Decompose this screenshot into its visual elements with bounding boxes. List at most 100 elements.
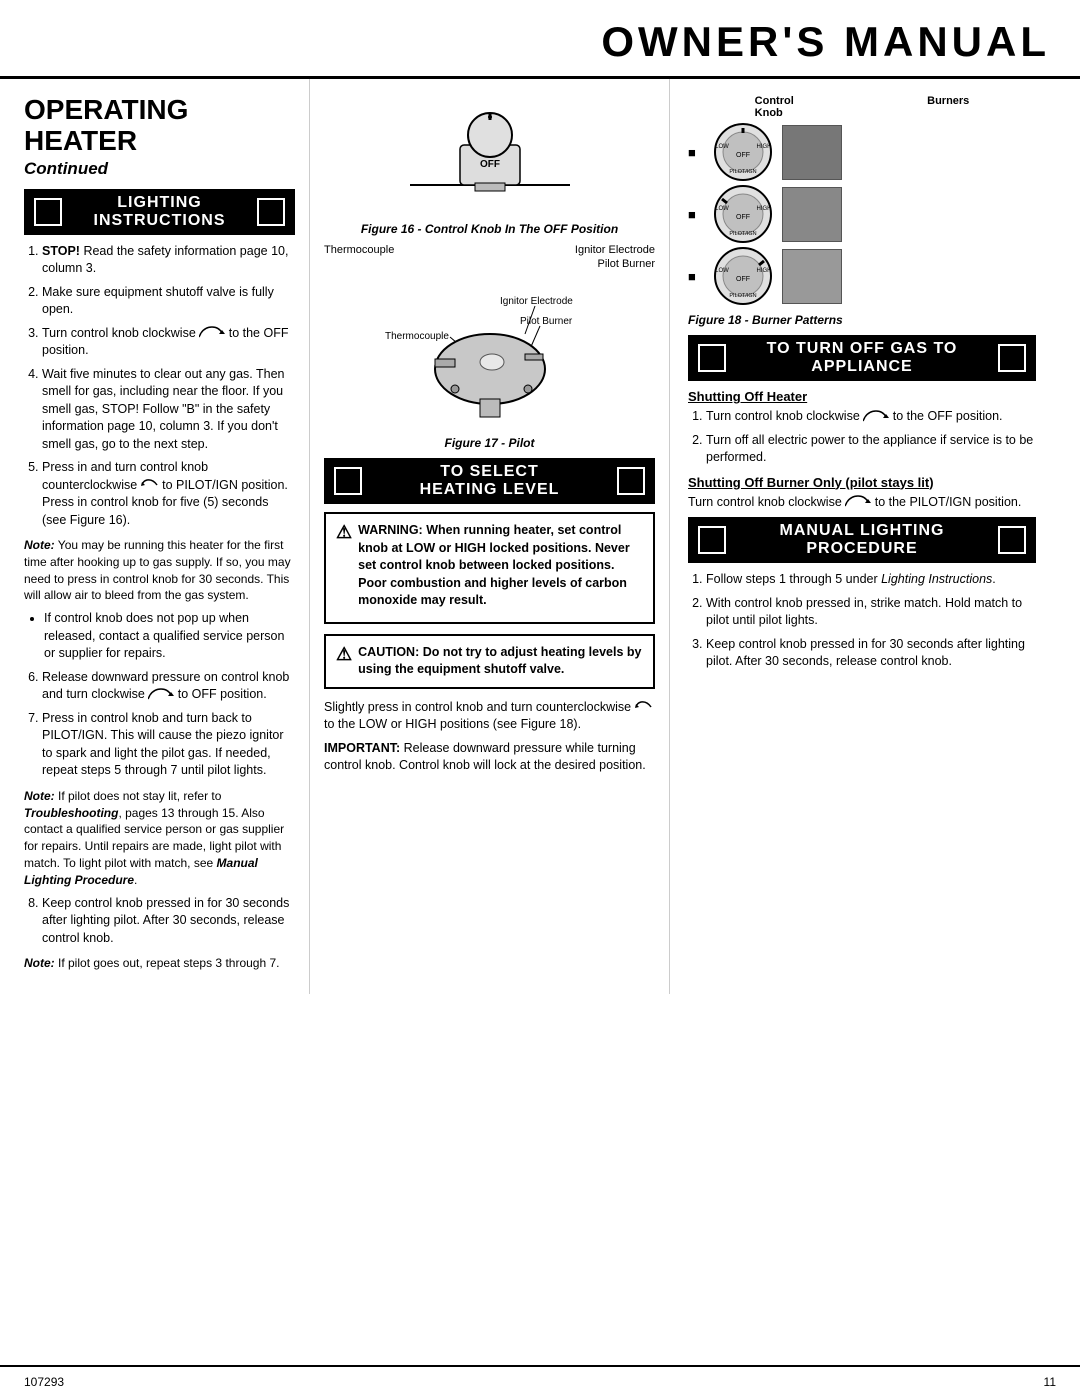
pilot-label-area: Thermocouple Ignitor Electrode Pilot Bur…: [324, 244, 655, 270]
warning-text: WARNING: When running heater, set contro…: [358, 522, 643, 610]
turn-off-gas-header: TO TURN OFF GAS TOAPPLIANCE: [688, 335, 1036, 381]
bullet-1: If control knob does not pop up when rel…: [44, 610, 295, 663]
shutoff-heater-instructions: Turn control knob clockwise to the OFF p…: [688, 408, 1036, 467]
important-text: IMPORTANT: Release downward pressure whi…: [324, 740, 655, 775]
section-title-operating: OPERATINGHEATER: [24, 95, 295, 157]
burner-pattern-2: [782, 187, 842, 242]
burners-label: Burners: [927, 95, 969, 119]
burner-patterns: ■ OFF LOW HIGH PILOT/IGN ■: [688, 123, 1036, 305]
pilot-burner-label: Pilot Burner: [598, 258, 655, 270]
page-header: OWNER'S MANUAL: [0, 0, 1080, 79]
counterclockwise-arrow-1: [141, 478, 159, 492]
burner-pattern-3: [782, 249, 842, 304]
manual-inst-3: Keep control knob pressed in for 30 seco…: [706, 636, 1036, 671]
caution-text: CAUTION: Do not try to adjust heating le…: [358, 644, 643, 679]
manual-lighting-header: MANUAL LIGHTINGPROCEDURE: [688, 517, 1036, 563]
svg-text:OFF: OFF: [480, 159, 500, 170]
figure-16-container: OFF Figure 16 - Control Knob In The OFF …: [324, 95, 655, 236]
burner-pattern-1: [782, 125, 842, 180]
svg-text:LOW: LOW: [715, 206, 729, 212]
knob-dial-2: OFF LOW HIGH PILOT/IGN: [712, 185, 774, 243]
caution-box: ⚠ CAUTION: Do not try to adjust heating …: [324, 634, 655, 689]
fig17-caption: Figure 17 - Pilot: [324, 436, 655, 450]
fig18-caption: Figure 18 - Burner Patterns: [688, 313, 1036, 327]
svg-text:HIGH: HIGH: [757, 268, 772, 274]
note-3: Note: If pilot goes out, repeat steps 3 …: [24, 955, 295, 972]
caution-icon: ⚠: [336, 644, 352, 665]
right-column: ControlKnob Burners ■ OFF LOW HIGH PILOT…: [670, 79, 1050, 994]
burner-off-body: Turn control knob clockwise to the PILOT…: [688, 494, 1036, 512]
manual-box-left: [698, 526, 726, 554]
svg-text:OFF: OFF: [736, 276, 750, 283]
lighting-instructions-list-2: Release downward pressure on control kno…: [24, 669, 295, 780]
bullet-indicator-1: ■: [688, 145, 704, 160]
svg-text:Thermocouple: Thermocouple: [385, 331, 449, 342]
turn-off-header-text: TO TURN OFF GAS TOAPPLIANCE: [734, 340, 990, 376]
burner-row-3: ■ OFF LOW HIGH PILOT/IGN: [688, 247, 1036, 305]
figure-17-svg: Thermocouple Ignitor Electrode Pilot Bur…: [380, 274, 600, 429]
svg-text:Pilot Burner: Pilot Burner: [520, 316, 573, 327]
svg-text:LOW: LOW: [715, 268, 729, 274]
instruction-3: Turn control knob clockwise to the OFF p…: [42, 325, 295, 360]
instruction-1: STOP! Read the safety information page 1…: [42, 243, 295, 278]
select-heating-header: TO SELECTHEATING LEVEL: [324, 458, 655, 504]
stop-label: STOP!: [42, 244, 80, 258]
turn-off-box-right: [998, 344, 1026, 372]
instruction-2: Make sure equipment shutoff valve is ful…: [42, 284, 295, 319]
knob-dial-1: OFF LOW HIGH PILOT/IGN: [712, 123, 774, 181]
note-2: Note: If pilot does not stay lit, refer …: [24, 788, 295, 889]
figure-16-svg: OFF: [390, 95, 590, 215]
svg-text:LOW: LOW: [715, 144, 729, 150]
instruction-4: Wait five minutes to clear out any gas. …: [42, 366, 295, 454]
body-text-1: Slightly press in control knob and turn …: [324, 699, 655, 734]
svg-text:HIGH: HIGH: [757, 206, 772, 212]
svg-text:OFF: OFF: [736, 214, 750, 221]
svg-text:PILOT/IGN: PILOT/IGN: [729, 293, 756, 299]
lighting-instructions-list: STOP! Read the safety information page 1…: [24, 243, 295, 530]
ignitor-label: Ignitor Electrode: [575, 244, 655, 256]
left-column: OPERATINGHEATER Continued LIGHTINGINSTRU…: [0, 79, 310, 994]
manual-box-right: [998, 526, 1026, 554]
burner-row-1: ■ OFF LOW HIGH PILOT/IGN: [688, 123, 1036, 181]
warning-icon: ⚠: [336, 522, 352, 543]
svg-text:OFF: OFF: [736, 152, 750, 159]
select-header-box-right: [617, 467, 645, 495]
clockwise-arrow-2: [148, 687, 174, 703]
footer-part-number: 107293: [24, 1375, 64, 1389]
svg-text:Ignitor Electrode: Ignitor Electrode: [500, 296, 573, 307]
header-box-right: [257, 198, 285, 226]
bullet-indicator-2: ■: [688, 207, 704, 222]
instruction-6: Release downward pressure on control kno…: [42, 669, 295, 704]
page-footer: 107293 11: [0, 1365, 1080, 1397]
bullet-indicator-3: ■: [688, 269, 704, 284]
shutting-off-burner-heading: Shutting Off Burner Only (pilot stays li…: [688, 475, 1036, 490]
fig16-caption: Figure 16 - Control Knob In The OFF Posi…: [324, 222, 655, 236]
lighting-instructions-header: LIGHTINGINSTRUCTIONS: [24, 189, 295, 235]
footer-page-number: 11: [1044, 1375, 1056, 1389]
ccw-arrow-2: [635, 700, 653, 714]
header-box-left: [34, 198, 62, 226]
figure-17-container: Thermocouple Ignitor Electrode Pilot Bur…: [324, 274, 655, 450]
clockwise-arrow-3: [863, 409, 889, 425]
knob-dial-3: OFF LOW HIGH PILOT/IGN: [712, 247, 774, 305]
svg-text:PILOT/IGN: PILOT/IGN: [729, 231, 756, 237]
important-label: IMPORTANT:: [324, 741, 400, 755]
clockwise-arrow-1: [199, 325, 225, 341]
lighting-header-text: LIGHTINGINSTRUCTIONS: [70, 194, 249, 230]
manual-inst-2: With control knob pressed in, strike mat…: [706, 595, 1036, 630]
clockwise-arrow-4: [845, 494, 871, 510]
continued-label: Continued: [24, 159, 295, 179]
manual-inst-1: Follow steps 1 through 5 under Lighting …: [706, 571, 1036, 589]
control-knob-label: ControlKnob: [755, 95, 794, 119]
svg-text:HIGH: HIGH: [757, 144, 772, 150]
thermocouple-label: Thermocouple: [324, 244, 394, 256]
select-header-text: TO SELECTHEATING LEVEL: [370, 463, 609, 499]
instruction-8: Keep control knob pressed in for 30 seco…: [42, 895, 295, 948]
instruction-5: Press in and turn control knob countercl…: [42, 459, 295, 529]
shutting-off-heater-heading: Shutting Off Heater: [688, 389, 1036, 404]
middle-column: OFF Figure 16 - Control Knob In The OFF …: [310, 79, 670, 994]
lighting-instructions-list-3: Keep control knob pressed in for 30 seco…: [24, 895, 295, 948]
svg-text:PILOT/IGN: PILOT/IGN: [729, 169, 756, 175]
main-content: OPERATINGHEATER Continued LIGHTINGINSTRU…: [0, 79, 1080, 994]
turn-off-box-left: [698, 344, 726, 372]
